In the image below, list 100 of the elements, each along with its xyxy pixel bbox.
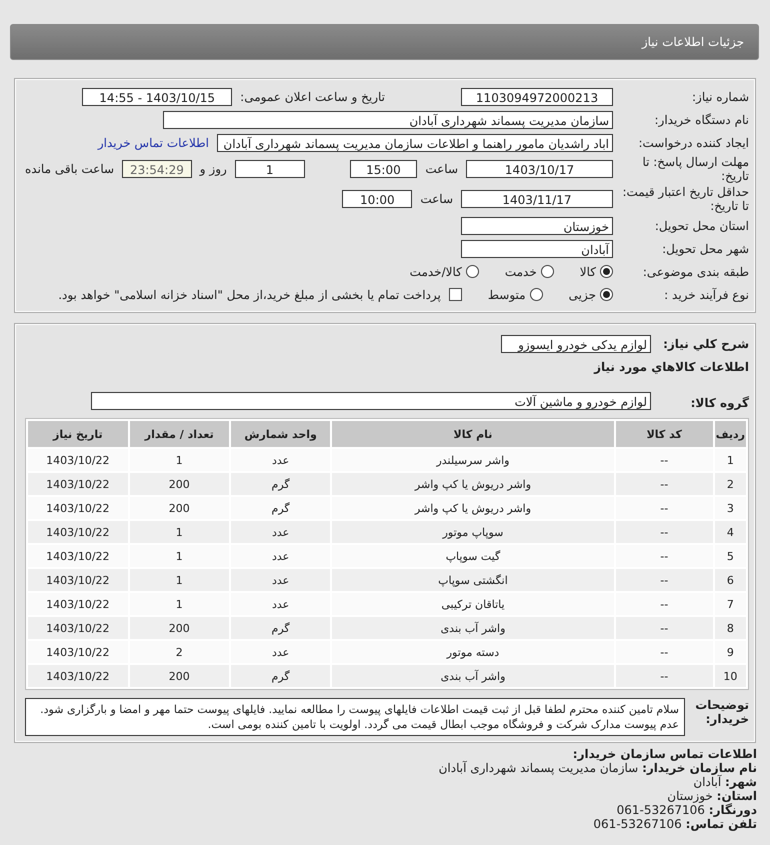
field-label: تاریخ و ساعت اعلان عمومی: bbox=[240, 90, 385, 104]
field-label: ساعت bbox=[420, 192, 453, 206]
radio-option[interactable]: کالا bbox=[580, 264, 613, 278]
table-cell: 200 bbox=[130, 617, 229, 639]
validity-time-field: 10:00 bbox=[342, 190, 412, 208]
column-header: تاریخ نیاز bbox=[28, 421, 128, 447]
table-cell: -- bbox=[616, 569, 713, 591]
summary-field: لوازم یدکی خودرو ایسوزو bbox=[501, 334, 651, 352]
field-label: گروه کالا: bbox=[690, 396, 749, 410]
column-header: واحد شمارش bbox=[230, 421, 330, 447]
contact-value: سازمان مدیریت پسماند شهرداری آبادان bbox=[438, 761, 638, 775]
table-cell: 6 bbox=[714, 569, 746, 591]
field-label: نوع فرآیند خرید : bbox=[663, 288, 749, 302]
field-label: مهلت ارسال پاسخ: تا تاریخ: bbox=[641, 155, 749, 183]
table-cell: 1 bbox=[130, 521, 229, 543]
table-cell: واشر دریوش یا کپ واشر bbox=[332, 497, 614, 519]
table-cell: 1 bbox=[130, 545, 229, 567]
radio-option[interactable]: خدمت bbox=[504, 264, 554, 278]
table-cell: واشر آب بندی bbox=[332, 665, 614, 687]
city-field: آبادان bbox=[461, 240, 613, 258]
contact-value: خوزستان bbox=[667, 789, 713, 803]
field-label: ساعت باقی مانده bbox=[25, 162, 114, 176]
table-cell: عدد bbox=[230, 641, 330, 663]
table-cell: واشر دریوش یا کپ واشر bbox=[332, 473, 614, 495]
buyer-contact-link[interactable]: اطلاعات تماس خریدار bbox=[98, 136, 209, 150]
column-header: تعداد / مقدار bbox=[130, 421, 229, 447]
contact-value: 53267106-061 bbox=[616, 803, 705, 817]
table-cell: 5 bbox=[714, 545, 746, 567]
table-cell: 7 bbox=[714, 593, 746, 615]
table-cell: 1403/10/22 bbox=[28, 473, 128, 495]
table-cell: 2 bbox=[130, 641, 229, 663]
radio-option[interactable]: متوسط bbox=[488, 288, 543, 302]
table-cell: -- bbox=[616, 665, 713, 687]
group-field: لوازم خودرو و ماشین آلات bbox=[91, 392, 651, 410]
table-cell: 200 bbox=[130, 665, 229, 687]
column-header: کد کالا bbox=[616, 421, 713, 447]
table-cell: 1403/10/22 bbox=[28, 569, 128, 591]
table-cell: 8 bbox=[714, 617, 746, 639]
table-cell: -- bbox=[616, 449, 713, 471]
radio-option[interactable]: کالا/خدمت bbox=[410, 264, 479, 278]
field-label: شهر محل تحویل: bbox=[661, 242, 749, 256]
table-cell: یاتاقان ترکیبی bbox=[332, 593, 614, 615]
section-heading: اطلاعات تماس سازمان خریدار: bbox=[572, 747, 757, 761]
column-header: ردیف bbox=[714, 421, 746, 447]
table-cell: 1403/10/22 bbox=[28, 593, 128, 615]
table-cell: واشر آب بندی bbox=[332, 617, 614, 639]
table-cell: -- bbox=[616, 641, 713, 663]
field-label: حداقل تاریخ اعتبار قیمت: تا تاریخ: bbox=[621, 185, 749, 213]
table-cell: گرم bbox=[230, 617, 330, 639]
contact-label: استان: bbox=[716, 789, 757, 803]
table-cell: سوپاپ موتور bbox=[332, 521, 614, 543]
table-cell: 1 bbox=[130, 569, 229, 591]
table-cell: 1403/10/22 bbox=[28, 665, 128, 687]
field-label: نام دستگاه خریدار: bbox=[654, 112, 749, 126]
table-cell: 3 bbox=[714, 497, 746, 519]
table-cell: 9 bbox=[714, 641, 746, 663]
table-cell: 200 bbox=[130, 473, 229, 495]
table-cell: 2 bbox=[714, 473, 746, 495]
radio-option[interactable]: جزیی bbox=[568, 288, 613, 302]
radio-button[interactable] bbox=[466, 265, 479, 278]
table-cell: واشر سرسیلندر bbox=[332, 449, 614, 471]
table-cell: عدد bbox=[230, 545, 330, 567]
field-label: طبقه بندی موضوعی: bbox=[642, 264, 749, 278]
radio-button[interactable] bbox=[600, 265, 613, 278]
radio-button[interactable] bbox=[600, 288, 613, 301]
requester-field: اباد راشدیان مامور راهنما و اطلاعات سازمان مدیریت پسماند شهرداری آبادان bbox=[217, 134, 613, 152]
table-cell: 1 bbox=[130, 593, 229, 615]
table-cell: -- bbox=[616, 473, 713, 495]
contact-label: تلفن تماس: bbox=[686, 817, 757, 831]
field-label: ایجاد کننده درخواست: bbox=[637, 136, 749, 150]
table-cell: گرم bbox=[230, 665, 330, 687]
table-cell: 1 bbox=[130, 449, 229, 471]
contact-label: دورنگار: bbox=[708, 803, 757, 817]
table-cell: 1403/10/22 bbox=[28, 617, 128, 639]
validity-date-field: 1403/11/17 bbox=[461, 190, 613, 208]
radio-button[interactable] bbox=[540, 265, 554, 278]
deadline-date-field: 1403/10/17 bbox=[466, 160, 613, 178]
field-label: استان محل تحویل: bbox=[654, 218, 749, 232]
remaining-time-field: 23:54:29 bbox=[122, 160, 192, 178]
table-cell: گرم bbox=[230, 497, 330, 519]
table-cell: 1403/10/22 bbox=[28, 497, 128, 519]
table-cell: -- bbox=[616, 497, 713, 519]
field-label: شرح كلي نياز: bbox=[662, 336, 749, 350]
table-cell: -- bbox=[616, 521, 713, 543]
field-label: شماره نیاز: bbox=[691, 90, 749, 104]
field-label: ساعت bbox=[425, 162, 458, 176]
checkbox-label: پرداخت تمام یا بخشی از مبلغ خرید،از محل "اسناد خزانه اسلامی" خواهد بود. bbox=[58, 288, 441, 302]
table-cell: گیت سوپاپ bbox=[332, 545, 614, 567]
page-title: جزئیات اطلاعات نیاز bbox=[642, 35, 744, 49]
announce-date-field: 1403/10/15 - 14:55 bbox=[82, 88, 232, 106]
radio-button[interactable] bbox=[530, 288, 543, 301]
field-label: توضیحات خریدار: bbox=[694, 698, 749, 726]
contact-value: آبادان bbox=[693, 775, 722, 789]
table-cell: انگشتی سوپاپ bbox=[332, 569, 614, 591]
table-cell: 1403/10/22 bbox=[28, 449, 128, 471]
table-cell: گرم bbox=[230, 473, 330, 495]
table-cell: 4 bbox=[714, 521, 746, 543]
table-cell: -- bbox=[616, 545, 713, 567]
checkbox[interactable] bbox=[448, 288, 462, 301]
table-cell: 200 bbox=[130, 497, 229, 519]
